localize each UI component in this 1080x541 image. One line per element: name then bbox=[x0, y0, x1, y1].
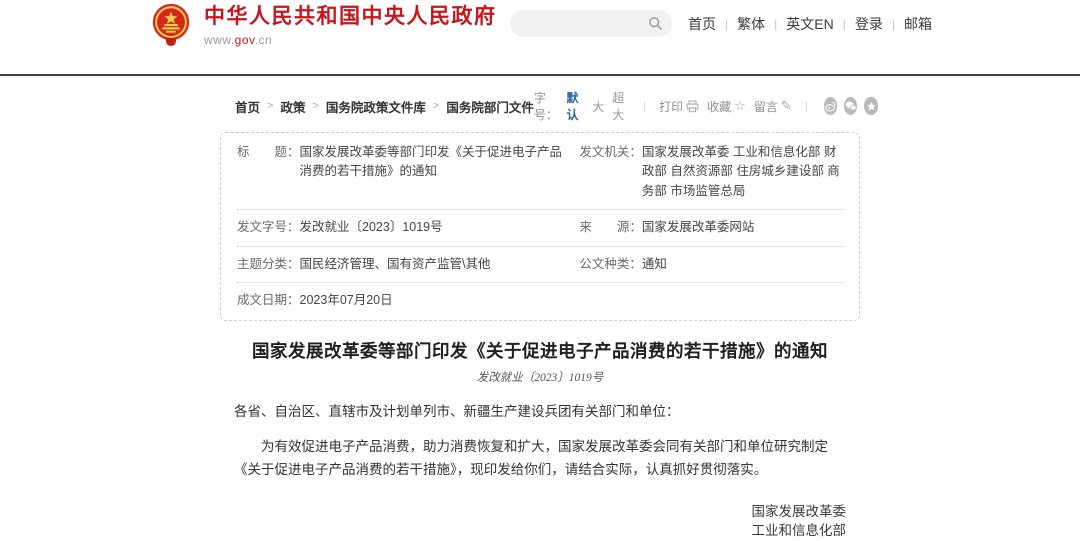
comment-button[interactable]: 留言 ✎ bbox=[754, 98, 792, 115]
breadcrumb-separator: > bbox=[312, 100, 318, 112]
pencil-icon: ✎ bbox=[781, 98, 792, 114]
signature-line: 国家发展改革委 bbox=[234, 502, 846, 521]
site-url: www.gov.cn bbox=[204, 33, 497, 47]
meta-cell-category: 主题分类： 国民经济管理、国有资产监管\其他 bbox=[237, 255, 579, 274]
nav-login[interactable]: 登录 bbox=[855, 14, 883, 34]
meta-cell-date: 成文日期： 2023年07月20日 bbox=[237, 291, 579, 310]
fontsize-default-button[interactable]: 默认 bbox=[567, 89, 585, 123]
breadcrumb-separator: > bbox=[433, 100, 439, 112]
meta-title-label: 标 题： bbox=[237, 143, 300, 162]
star-icon: ☆ bbox=[734, 98, 746, 114]
print-button[interactable]: 打印 bbox=[659, 98, 699, 115]
main-content: 首页 > 政策 > 国务院政策文件库 > 国务院部门文件 字号： 默认 大 超大… bbox=[220, 89, 860, 541]
nav-separator: | bbox=[843, 17, 846, 31]
breadcrumb: 首页 > 政策 > 国务院政策文件库 > 国务院部门文件 bbox=[235, 97, 534, 116]
site-logo-link[interactable]: 中华人民共和国中央人民政府 www.gov.cn bbox=[148, 0, 497, 47]
nav-separator: | bbox=[892, 17, 895, 31]
page: 中华人民共和国中央人民政府 www.gov.cn 首页 | 繁体 | 英文EN … bbox=[0, 0, 1080, 541]
nav-separator: | bbox=[725, 17, 728, 31]
fontsize-label: 字号： bbox=[534, 89, 561, 123]
document-article: 国家发展改革委等部门印发《关于促进电子产品消费的若干措施》的通知 发改就业〔20… bbox=[220, 338, 860, 541]
meta-cell-title: 标 题： 国家发展改革委等部门印发《关于促进电子产品消费的若干措施》的通知 bbox=[237, 143, 579, 201]
toolbar-separator: | bbox=[805, 99, 808, 113]
weibo-icon bbox=[825, 101, 836, 112]
breadcrumb-policy[interactable]: 政策 bbox=[280, 97, 305, 116]
meta-category-value: 国民经济管理、国有资产监管\其他 bbox=[300, 255, 491, 274]
toolbar-separator: | bbox=[643, 99, 646, 113]
meta-issuer-value: 国家发展改革委 工业和信息化部 财政部 自然资源部 住房城乡建设部 商务部 市场… bbox=[642, 143, 843, 201]
nav-mailbox[interactable]: 邮箱 bbox=[904, 14, 932, 34]
star-badge-icon bbox=[866, 101, 877, 112]
nav-separator: | bbox=[774, 17, 777, 31]
meta-row-title: 标 题： 国家发展改革委等部门印发《关于促进电子产品消费的若干措施》的通知 发文… bbox=[237, 135, 843, 210]
meta-row-refno: 发文字号： 发改就业〔2023〕1019号 来 源： 国家发展改革委网站 bbox=[237, 210, 843, 246]
meta-cell-doctype: 公文种类： 通知 bbox=[579, 255, 843, 274]
salutation: 各省、自治区、直辖市及计划单列市、新疆生产建设兵团有关部门和单位： bbox=[234, 401, 846, 423]
weibo-share-button[interactable] bbox=[824, 97, 837, 115]
meta-source-value: 国家发展改革委网站 bbox=[642, 218, 755, 237]
document-meta-table: 标 题： 国家发展改革委等部门印发《关于促进电子产品消费的若干措施》的通知 发文… bbox=[220, 132, 860, 321]
signature-line: 工业和信息化部 bbox=[234, 521, 846, 540]
meta-date-value: 2023年07月20日 bbox=[300, 291, 393, 310]
nav-home[interactable]: 首页 bbox=[688, 14, 716, 34]
meta-source-label: 来 源： bbox=[579, 218, 642, 237]
breadcrumb-toolbar-row: 首页 > 政策 > 国务院政策文件库 > 国务院部门文件 字号： 默认 大 超大… bbox=[220, 89, 860, 123]
wechat-share-button[interactable] bbox=[844, 97, 857, 115]
meta-cell-refno: 发文字号： 发改就业〔2023〕1019号 bbox=[237, 218, 579, 237]
meta-refno-value: 发改就业〔2023〕1019号 bbox=[300, 218, 443, 237]
search-icon[interactable] bbox=[648, 16, 663, 31]
favorite-share-button[interactable] bbox=[864, 97, 877, 115]
search-input[interactable] bbox=[510, 10, 635, 37]
nav-english[interactable]: 英文EN bbox=[786, 14, 833, 34]
breadcrumb-home[interactable]: 首页 bbox=[235, 97, 260, 116]
document-title: 国家发展改革委等部门印发《关于促进电子产品消费的若干措施》的通知 bbox=[234, 338, 846, 363]
nav-traditional[interactable]: 繁体 bbox=[737, 14, 765, 34]
fontsize-large-button[interactable]: 大 bbox=[592, 98, 604, 115]
site-title: 中华人民共和国中央人民政府 bbox=[204, 0, 497, 30]
meta-issuer-label: 发文机关： bbox=[579, 143, 642, 162]
site-header: 中华人民共和国中央人民政府 www.gov.cn 首页 | 繁体 | 英文EN … bbox=[0, 0, 1080, 74]
meta-cell-source: 来 源： 国家发展改革委网站 bbox=[579, 218, 843, 237]
favorite-button[interactable]: 收藏 ☆ bbox=[707, 98, 746, 115]
fontsize-xlarge-button[interactable]: 超大 bbox=[612, 89, 630, 123]
meta-row-category: 主题分类： 国民经济管理、国有资产监管\其他 公文种类： 通知 bbox=[237, 247, 843, 283]
national-emblem-icon bbox=[148, 1, 194, 47]
meta-refno-label: 发文字号： bbox=[237, 218, 300, 237]
meta-title-value[interactable]: 国家发展改革委等部门印发《关于促进电子产品消费的若干措施》的通知 bbox=[300, 143, 568, 182]
signature-block: 国家发展改革委 工业和信息化部 财政部 自然资源部 住房城乡建设部 商务部 市场… bbox=[234, 502, 846, 541]
document-number: 发改就业〔2023〕1019号 bbox=[234, 369, 846, 385]
meta-date-label: 成文日期： bbox=[237, 291, 300, 310]
meta-cell-issuer: 发文机关： 国家发展改革委 工业和信息化部 财政部 自然资源部 住房城乡建设部 … bbox=[579, 143, 843, 201]
top-navigation: 首页 | 繁体 | 英文EN | 登录 | 邮箱 bbox=[688, 14, 932, 34]
breadcrumb-separator: > bbox=[267, 100, 273, 112]
meta-doctype-label: 公文种类： bbox=[579, 255, 642, 274]
body-paragraph: 为有效促进电子产品消费，助力消费恢复和扩大，国家发展改革委会同有关部门和单位研究… bbox=[234, 435, 846, 482]
printer-icon bbox=[686, 100, 699, 113]
breadcrumb-policy-library[interactable]: 国务院政策文件库 bbox=[326, 97, 426, 116]
meta-doctype-value: 通知 bbox=[642, 255, 667, 274]
brand-text: 中华人民共和国中央人民政府 www.gov.cn bbox=[204, 0, 497, 47]
meta-category-label: 主题分类： bbox=[237, 255, 300, 274]
meta-row-date: 成文日期： 2023年07月20日 bbox=[237, 283, 843, 318]
breadcrumb-department-docs[interactable]: 国务院部门文件 bbox=[446, 97, 534, 116]
header-divider bbox=[0, 74, 1080, 76]
wechat-icon bbox=[845, 100, 857, 112]
search-box[interactable] bbox=[510, 10, 672, 37]
page-toolbar: 字号： 默认 大 超大 | 打印 收藏 ☆ bbox=[534, 89, 878, 123]
